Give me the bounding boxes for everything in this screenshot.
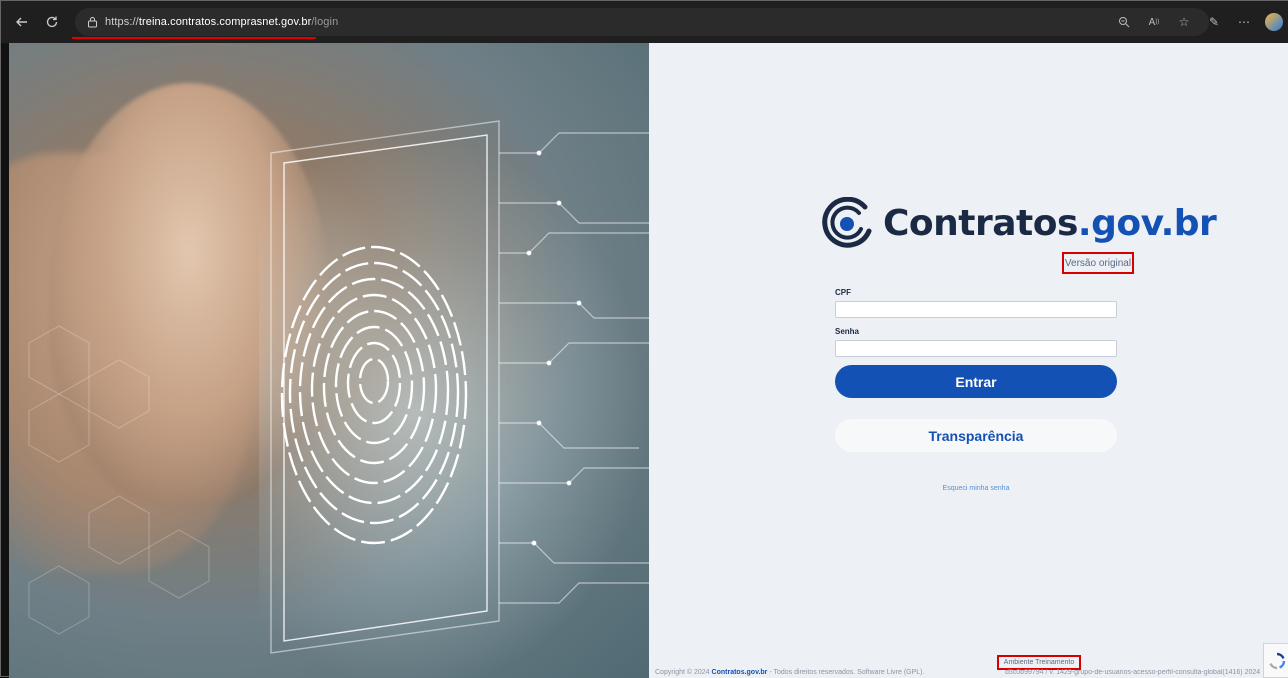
url-highlight-underline xyxy=(72,37,316,39)
address-bar[interactable]: https://treina.contratos.comprasnet.gov.… xyxy=(75,8,1209,36)
url-path: /login xyxy=(311,16,339,28)
contratos-logo-icon xyxy=(822,197,872,248)
login-panel: Contratos.gov.br Versão original CPF Sen… xyxy=(649,43,1288,678)
recaptcha-badge[interactable] xyxy=(1263,643,1288,678)
circuit-lines xyxy=(499,132,649,604)
refresh-icon[interactable] xyxy=(39,9,65,35)
url-scheme: https:// xyxy=(105,16,139,28)
brand-name-suffix: .gov.br xyxy=(1077,202,1217,244)
url-text: https://treina.contratos.comprasnet.gov.… xyxy=(105,16,338,28)
profile-avatar-icon[interactable] xyxy=(1265,13,1283,31)
hexagon-grid xyxy=(28,325,210,635)
favorite-star-icon[interactable]: ☆ xyxy=(1175,13,1193,31)
fingerprint-ridges xyxy=(280,245,468,545)
original-version-link[interactable]: Versão original xyxy=(1062,252,1134,274)
lock-icon[interactable] xyxy=(85,15,99,29)
collections-icon[interactable]: ✎ xyxy=(1205,13,1223,31)
cpf-input[interactable] xyxy=(835,301,1117,318)
environment-badge: Ambiente Treinamento xyxy=(997,655,1081,670)
back-arrow-icon[interactable] xyxy=(9,9,35,35)
contratos-logo: Contratos.gov.br xyxy=(821,195,1217,251)
browser-window: https://treina.contratos.comprasnet.gov.… xyxy=(0,0,1288,678)
copyright-text: Copyright © 2024 Contratos.gov.br - Todo… xyxy=(655,669,924,676)
forgot-password-link[interactable]: Esqueci minha senha xyxy=(835,485,1117,492)
recaptcha-icon xyxy=(1268,652,1285,669)
copyright-brand-link[interactable]: Contratos.gov.br xyxy=(712,669,768,676)
brand-name-prefix: Contratos xyxy=(883,202,1078,244)
browser-toolbar: https://treina.contratos.comprasnet.gov.… xyxy=(1,1,1288,43)
password-label: Senha xyxy=(835,327,860,336)
brand-name: Contratos.gov.br xyxy=(883,202,1217,244)
fingerprint-hero-image xyxy=(9,43,649,678)
login-button[interactable]: Entrar xyxy=(835,365,1117,398)
cpf-label: CPF xyxy=(835,288,851,297)
zoom-icon[interactable] xyxy=(1115,13,1133,31)
extensions-icon[interactable]: ⋯ xyxy=(1235,13,1253,31)
copyright-prefix: Copyright © 2024 xyxy=(655,669,712,676)
copyright-suffix: - Todos direitos reservados. Software Li… xyxy=(767,669,925,676)
page-content: Contratos.gov.br Versão original CPF Sen… xyxy=(9,43,1288,678)
url-host: treina.contratos.comprasnet.gov.br xyxy=(138,16,312,28)
transparency-button[interactable]: Transparência xyxy=(835,419,1117,452)
version-info: d5c0b99794 / v. 1429-grupo-de-usuarios-a… xyxy=(1005,669,1261,676)
browser-actions: A)) ☆ ✎ ⋯ xyxy=(1115,9,1283,35)
password-input[interactable] xyxy=(835,340,1117,357)
read-aloud-icon[interactable]: A)) xyxy=(1145,13,1163,31)
fingerprint-graphic xyxy=(28,120,649,654)
